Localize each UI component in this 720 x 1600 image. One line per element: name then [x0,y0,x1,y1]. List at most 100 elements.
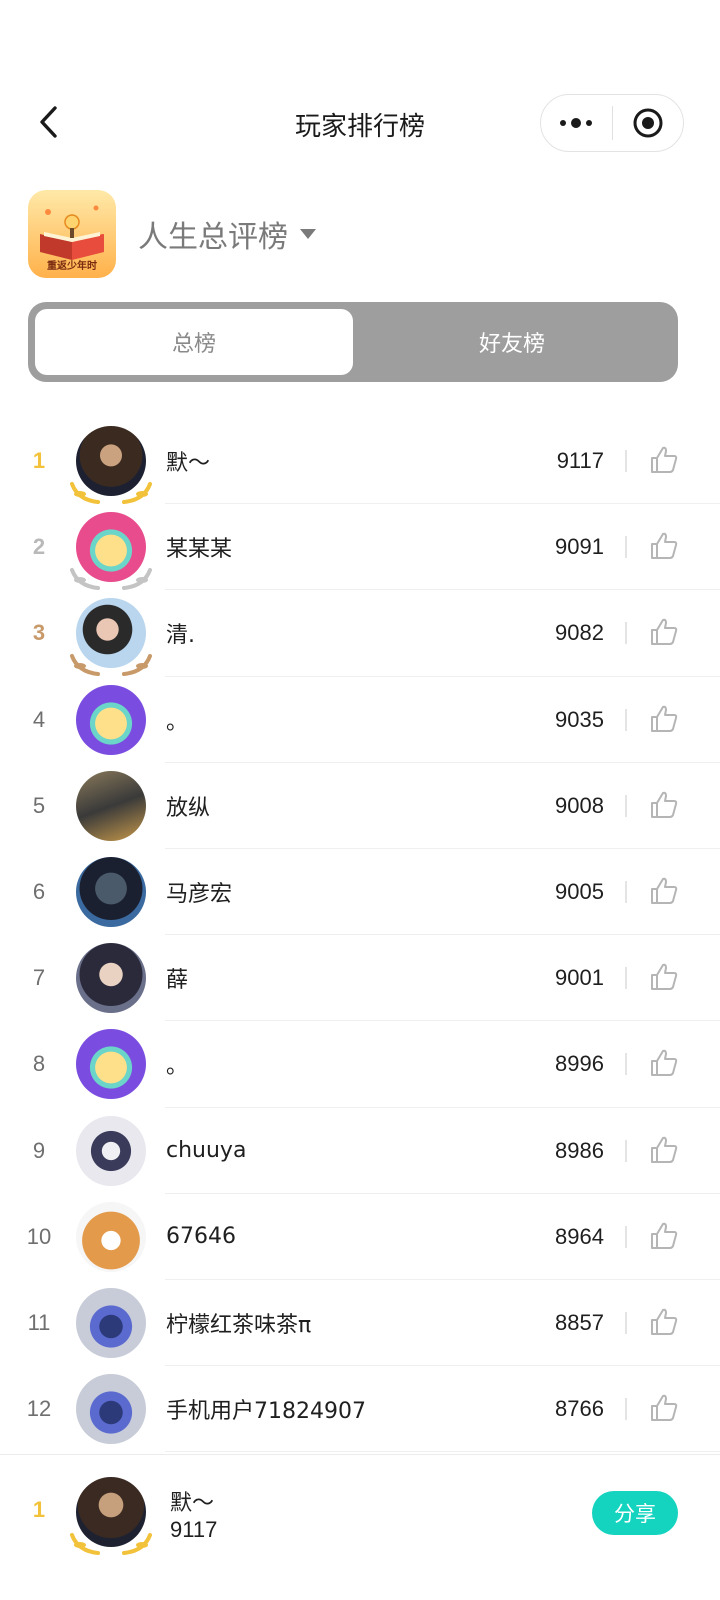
player-score: 9082 [555,620,604,646]
score-divider [625,708,627,731]
like-button[interactable] [648,1392,680,1424]
share-button[interactable]: 分享 [592,1491,678,1535]
avatar-wrap [76,770,146,841]
row-divider [165,1451,720,1453]
player-name: 清. [166,623,195,649]
player-score: 8857 [555,1309,604,1335]
tab-overall[interactable]: 总榜 [35,309,353,375]
thumbs-up-icon [651,705,678,732]
leaderboard-row[interactable]: 3 清. 9082 [0,590,720,677]
like-button[interactable] [648,1220,680,1252]
my-score: 9117 [170,1517,218,1542]
rank-number: 10 [26,1223,52,1249]
laurel-wreath-icon [70,482,152,504]
avatar[interactable] [76,1029,146,1100]
score-divider [625,622,627,645]
rank-number: 6 [32,878,46,904]
avatar[interactable] [76,943,146,1014]
score-divider [625,1139,627,1162]
leaderboard-row[interactable]: 9 chuuya 8986 [0,1108,720,1194]
score-divider [625,450,627,472]
leaderboard-row[interactable]: 5 放纵 9008 [0,763,720,849]
avatar-wrap [76,943,146,1014]
score-divider [625,1398,627,1421]
player-score: 8986 [555,1137,604,1163]
leaderboard-row[interactable]: 2 某某某 9091 [0,504,720,591]
score-divider [625,794,627,817]
leaderboard-row[interactable]: 10 67646 8964 [0,1194,720,1280]
like-button[interactable] [648,444,680,476]
game-icon[interactable]: 重返少年时 [28,190,116,278]
caret-down-icon [300,229,316,239]
avatar[interactable] [76,1115,146,1186]
leaderboard-row[interactable]: 1 默～ 9117 [0,418,720,505]
player-score: 9035 [555,706,604,732]
game-icon-caption: 重返少年时 [47,261,97,272]
board-name-label: 人生总评榜 [138,220,288,255]
board-selector[interactable]: 人生总评榜 [138,212,316,256]
score-divider [625,1053,627,1076]
like-button[interactable] [648,530,680,562]
leaderboard-list: 1 默～ 9117 2 某某某 9091 3 清. 9082 4。 9035 5 放纵 9008 6 马彦宏 9… [0,418,720,1453]
close-miniprogram-button[interactable] [613,94,684,152]
thumbs-up-icon [651,1050,678,1077]
player-score: 9001 [555,965,604,991]
player-name: 。 [166,709,189,735]
avatar[interactable] [76,1287,146,1358]
leaderboard-row[interactable]: 4 。 9035 [0,677,720,763]
avatar[interactable] [76,1201,146,1272]
player-score: 9091 [555,534,604,560]
rank-number: 7 [32,965,46,991]
like-button[interactable] [648,1047,680,1079]
avatar[interactable] [76,856,146,927]
like-button[interactable] [648,961,680,993]
player-name: 67646 [166,1224,236,1250]
like-button[interactable] [648,789,680,821]
leaderboard-row[interactable]: 6 马彦宏 9005 [0,849,720,936]
thumbs-up-icon [651,877,678,904]
thumbs-up-icon [651,533,678,560]
score-divider [625,1311,627,1334]
avatar[interactable] [76,684,146,755]
rank-number: 5 [32,792,46,818]
like-button[interactable] [648,616,680,648]
score-divider [625,536,627,559]
more-dots-icon [560,118,593,128]
target-close-icon [633,108,663,138]
more-button[interactable] [541,94,612,152]
player-name: 薛 [166,968,189,994]
player-name: 。 [166,1054,189,1080]
player-name: 马彦宏 [166,881,233,907]
like-button[interactable] [648,1306,680,1338]
player-name: 手机用户71824907 [166,1399,366,1425]
thumbs-up-icon [651,619,678,646]
avatar[interactable] [76,1374,146,1445]
leaderboard-row[interactable]: 8 。 8996 [0,1021,720,1108]
player-name: 柠檬红茶味茶π [166,1312,312,1338]
like-button[interactable] [648,1134,680,1166]
leaderboard-row[interactable]: 11 柠檬红茶味茶π 8857 [0,1280,720,1367]
tab-friends[interactable]: 好友榜 [353,309,671,375]
player-name: 放纵 [166,795,211,821]
leaderboard-row[interactable]: 12 手机用户71824907 8766 [0,1366,720,1453]
avatar-wrap [70,512,152,591]
like-button[interactable] [648,703,680,735]
laurel-wreath-icon [70,568,152,591]
thumbs-up-icon [651,1222,678,1249]
player-score: 9117 [556,448,604,473]
thumbs-up-icon [651,1308,678,1335]
avatar-wrap [70,598,152,677]
mini-program-capsule [540,94,684,152]
leaderboard-row[interactable]: 7 薛 9001 [0,935,720,1022]
board-tabs: 总榜 好友榜 [28,302,678,382]
my-rank: 1 [32,1497,46,1522]
avatar-wrap [76,856,146,927]
laurel-wreath-icon [70,654,152,677]
rank-number: 3 [32,620,46,646]
avatar-wrap [76,684,146,755]
like-button[interactable] [648,875,680,907]
avatar-wrap [76,1374,146,1445]
player-score: 9005 [555,878,604,904]
player-score: 9008 [555,792,604,818]
avatar[interactable] [76,770,146,841]
